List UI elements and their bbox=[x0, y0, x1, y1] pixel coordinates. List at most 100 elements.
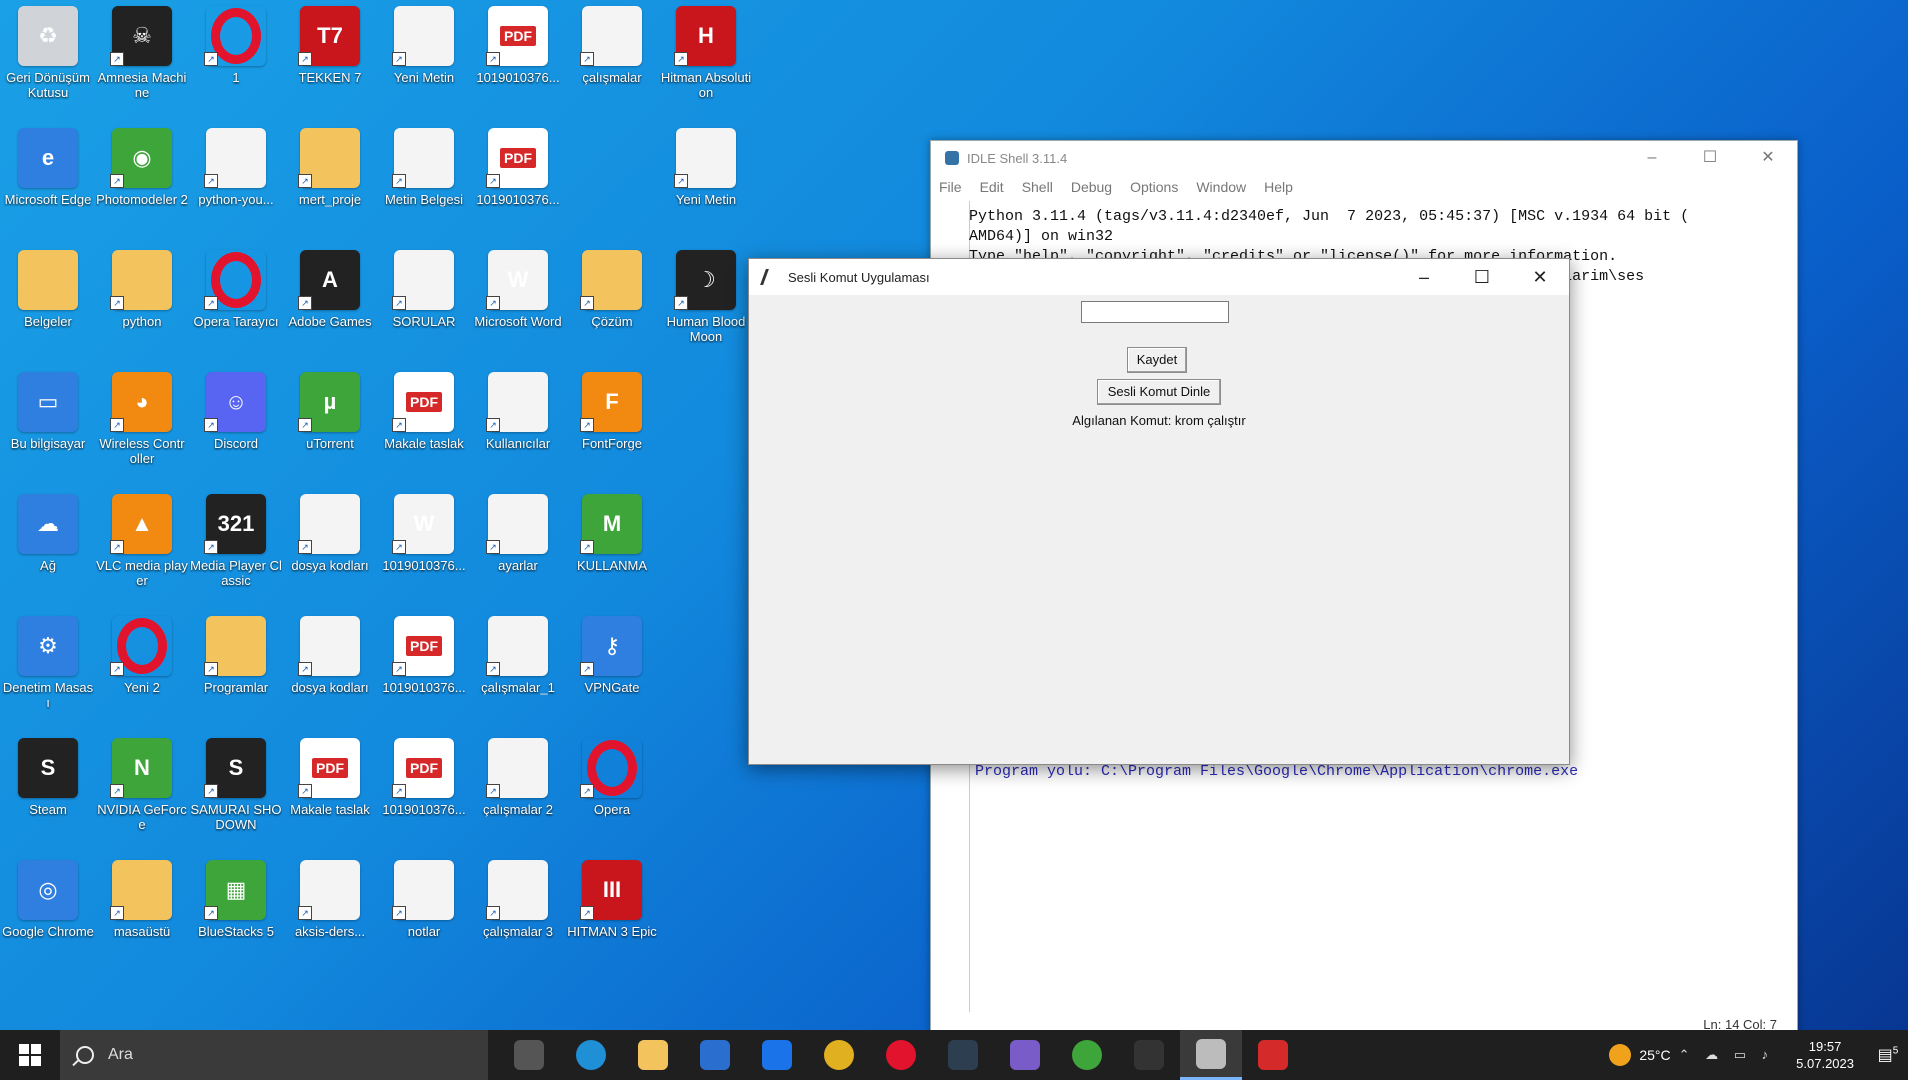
desktop-icon[interactable]: e Microsoft Edge bbox=[2, 128, 94, 246]
idle-menu-item[interactable]: Help bbox=[1264, 179, 1293, 195]
desktop-icon-label: Yeni Metin bbox=[675, 192, 737, 207]
desktop-icon[interactable]: ▲ ↗ VLC media player bbox=[96, 494, 188, 612]
save-button[interactable]: Kaydet bbox=[1127, 347, 1187, 373]
idle-menu-item[interactable]: Window bbox=[1196, 179, 1246, 195]
desktop-icon[interactable]: ☁ Ağ bbox=[2, 494, 94, 612]
taskbar-app-mail[interactable] bbox=[746, 1030, 808, 1080]
desktop-icon[interactable]: ☺ ↗ Discord bbox=[190, 372, 282, 490]
desktop-icon[interactable]: W ↗ Microsoft Word bbox=[472, 250, 564, 368]
desktop-icon[interactable]: 321 ↗ Media Player Classic bbox=[190, 494, 282, 612]
desktop-icon[interactable]: ↗ Opera bbox=[566, 738, 658, 856]
idle-close-button[interactable]: ✕ bbox=[1739, 141, 1797, 175]
desktop-icon[interactable]: PDF ↗ 1019010376... bbox=[378, 738, 470, 856]
desktop-icon[interactable]: ◎ Google Chrome bbox=[2, 860, 94, 978]
taskbar-app-store[interactable] bbox=[684, 1030, 746, 1080]
taskbar-app-task-view[interactable] bbox=[498, 1030, 560, 1080]
desktop-icon[interactable]: ☠ ↗ Amnesia Machine bbox=[96, 6, 188, 124]
desktop-icon[interactable]: F ↗ FontForge bbox=[566, 372, 658, 490]
taskbar-search-box[interactable]: Ara bbox=[60, 1030, 488, 1080]
desktop-icon[interactable]: ↗ Çözüm bbox=[566, 250, 658, 368]
desktop-icon[interactable]: ↗ mert_proje bbox=[284, 128, 376, 246]
desktop-icon[interactable]: ⚙ Denetim Masası bbox=[2, 616, 94, 734]
desktop-icon[interactable]: N ↗ NVIDIA GeForce bbox=[96, 738, 188, 856]
command-entry[interactable] bbox=[1081, 301, 1229, 323]
desktop-icon[interactable]: Belgeler bbox=[2, 250, 94, 368]
idle-menu-item[interactable]: Shell bbox=[1022, 179, 1053, 195]
taskbar-app-idle-editor[interactable] bbox=[1180, 1030, 1242, 1080]
desktop-icon[interactable]: ↗ Yeni 2 bbox=[96, 616, 188, 734]
desktop-icon[interactable]: S Steam bbox=[2, 738, 94, 856]
taskbar-app-edge[interactable] bbox=[560, 1030, 622, 1080]
start-button[interactable] bbox=[0, 1030, 60, 1080]
desktop-icon[interactable]: ↗ SORULAR bbox=[378, 250, 470, 368]
desktop-icon[interactable]: ▦ ↗ BlueStacks 5 bbox=[190, 860, 282, 978]
desktop-icon[interactable]: H ↗ Hitman Absolution bbox=[660, 6, 752, 124]
desktop-icon[interactable]: ↗ çalışmalar bbox=[566, 6, 658, 124]
desktop-icon[interactable]: PDF ↗ 1019010376... bbox=[472, 6, 564, 124]
desktop-icon[interactable]: PDF ↗ 1019010376... bbox=[472, 128, 564, 246]
desktop-icon[interactable]: ↗ Opera Tarayıcı bbox=[190, 250, 282, 368]
desktop-icon[interactable]: PDF ↗ 1019010376... bbox=[378, 616, 470, 734]
idle-minimize-button[interactable]: – bbox=[1623, 141, 1681, 175]
desktop-icon[interactable]: ↗ notlar bbox=[378, 860, 470, 978]
search-icon bbox=[76, 1046, 94, 1064]
idle-menu-item[interactable]: Options bbox=[1130, 179, 1178, 195]
desktop-icon[interactable]: ↗ aksis-ders... bbox=[284, 860, 376, 978]
taskbar-clock[interactable]: 19:57 5.07.2023 bbox=[1796, 1038, 1854, 1072]
desktop-icon[interactable]: ↗ dosya kodları bbox=[284, 494, 376, 612]
desktop-icon[interactable]: ▭ Bu bilgisayar bbox=[2, 372, 94, 490]
idle-maximize-button[interactable]: ☐ bbox=[1681, 141, 1739, 175]
app-close-button[interactable]: ✕ bbox=[1511, 259, 1569, 295]
app-maximize-button[interactable]: ☐ bbox=[1453, 259, 1511, 295]
clock-time: 19:57 bbox=[1808, 1039, 1842, 1054]
desktop-icon[interactable]: A ↗ Adobe Games bbox=[284, 250, 376, 368]
voice-command-app-window[interactable]: Sesli Komut Uygulaması – ☐ ✕ Kaydet Sesl… bbox=[748, 258, 1570, 765]
taskbar-app-steam[interactable] bbox=[932, 1030, 994, 1080]
listen-voice-command-button[interactable]: Sesli Komut Dinle bbox=[1097, 379, 1221, 405]
idle-menu-item[interactable]: File bbox=[939, 179, 962, 195]
tray-icons[interactable]: ⌃ ☁ ▭ ♪ bbox=[1679, 1047, 1775, 1063]
desktop-icon[interactable]: ↗ çalışmalar_1 bbox=[472, 616, 564, 734]
desktop-icon[interactable]: PDF ↗ Makale taslak bbox=[378, 372, 470, 490]
desktop-icon[interactable]: ↗ 1 bbox=[190, 6, 282, 124]
desktop-icon[interactable]: ↗ Metin Belgesi bbox=[378, 128, 470, 246]
desktop-icon[interactable]: ◕ ↗ Wireless Controller bbox=[96, 372, 188, 490]
desktop-icon-label: VPNGate bbox=[584, 680, 640, 695]
desktop-icon[interactable]: ◉ ↗ Photomodeler 2 bbox=[96, 128, 188, 246]
desktop-icon[interactable]: ↗ masaüstü bbox=[96, 860, 188, 978]
taskbar-app-discord-alt[interactable] bbox=[994, 1030, 1056, 1080]
idle-menu-item[interactable]: Edit bbox=[980, 179, 1004, 195]
taskbar-app-terminal[interactable] bbox=[1118, 1030, 1180, 1080]
desktop-icon[interactable]: ↗ Programlar bbox=[190, 616, 282, 734]
taskbar-app-chrome[interactable] bbox=[808, 1030, 870, 1080]
desktop-icon[interactable]: ↗ python bbox=[96, 250, 188, 368]
desktop-icon[interactable]: ↗ dosya kodları bbox=[284, 616, 376, 734]
desktop-icon[interactable]: ↗ Kullanıcılar bbox=[472, 372, 564, 490]
desktop-icon[interactable]: ☽ ↗ Human Blood Moon bbox=[660, 250, 752, 368]
desktop-icon[interactable]: ♻ Geri Dönüşüm Kutusu bbox=[2, 6, 94, 124]
desktop-icon[interactable]: ↗ çalışmalar 3 bbox=[472, 860, 564, 978]
weather-temperature[interactable]: 25°C bbox=[1639, 1047, 1670, 1063]
taskbar-app-file-explorer[interactable] bbox=[622, 1030, 684, 1080]
desktop-icon[interactable]: PDF ↗ Makale taslak bbox=[284, 738, 376, 856]
desktop-icon[interactable]: ↗ python-you... bbox=[190, 128, 282, 246]
desktop-icon[interactable]: ↗ Yeni Metin bbox=[660, 128, 752, 246]
desktop-icon[interactable]: ⚷ ↗ VPNGate bbox=[566, 616, 658, 734]
notification-center-button[interactable]: ▤5 bbox=[1868, 1045, 1908, 1065]
idle-menu-item[interactable]: Debug bbox=[1071, 179, 1112, 195]
desktop-icon[interactable]: W ↗ 1019010376... bbox=[378, 494, 470, 612]
desktop-icon[interactable]: III ↗ HITMAN 3 Epic bbox=[566, 860, 658, 978]
desktop-icon[interactable]: µ ↗ uTorrent bbox=[284, 372, 376, 490]
desktop-icon[interactable]: ↗ ayarlar bbox=[472, 494, 564, 612]
taskbar-app-anydesk[interactable] bbox=[1242, 1030, 1304, 1080]
desktop-icon[interactable]: T7 ↗ TEKKEN 7 bbox=[284, 6, 376, 124]
desktop-icon-label: Çözüm bbox=[591, 314, 633, 329]
desktop-icon[interactable]: M ↗ KULLANMA bbox=[566, 494, 658, 612]
desktop-icon[interactable]: ↗ Yeni Metin bbox=[378, 6, 470, 124]
weather-sun-icon[interactable] bbox=[1609, 1044, 1632, 1066]
taskbar-app-opera[interactable] bbox=[870, 1030, 932, 1080]
desktop-icon[interactable]: ↗ çalışmalar 2 bbox=[472, 738, 564, 856]
desktop-icon[interactable]: S ↗ SAMURAI SHODOWN bbox=[190, 738, 282, 856]
app-minimize-button[interactable]: – bbox=[1395, 259, 1453, 295]
taskbar-app-utorrent[interactable] bbox=[1056, 1030, 1118, 1080]
